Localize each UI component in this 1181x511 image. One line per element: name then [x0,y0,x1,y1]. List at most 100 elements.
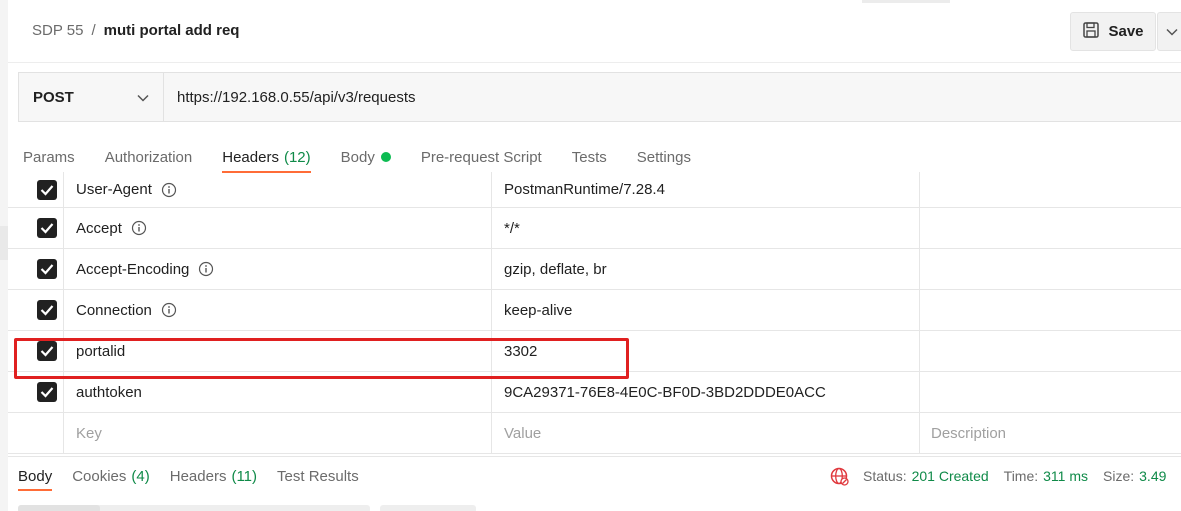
header-key: authtoken [76,383,142,401]
tab-label: Authorization [104,148,193,166]
header-enabled-checkbox[interactable] [37,259,57,279]
header-value-cell[interactable]: 9CA29371-76E8-4E0C-BF0D-3BD2DDDE0ACC [492,372,920,412]
tab-label: Settings [636,148,691,166]
header-key-cell[interactable]: Accept [64,208,492,248]
response-tab-body[interactable]: Body [18,462,53,491]
info-icon[interactable] [131,220,147,236]
save-options-button[interactable] [1157,12,1181,51]
header-value-cell[interactable]: */* [492,208,920,248]
checkbox-cell [8,372,64,412]
new-header-row: Key Value Description [8,413,1181,454]
tab-tests[interactable]: Tests [572,142,607,172]
header-key: Connection [76,301,152,319]
tab-label: Params [23,148,75,166]
header-key-cell[interactable]: Connection [64,290,492,330]
header-value: */* [504,219,520,237]
url-input[interactable]: https://192.168.0.55/api/v3/requests [163,72,1181,122]
header-value: gzip, deflate, br [504,260,607,278]
response-format-pretty[interactable] [18,505,100,511]
tab-pre-request-script[interactable]: Pre-request Script [421,142,542,172]
breadcrumb-collection[interactable]: SDP 55 [32,22,83,39]
tab-label: Pre-request Script [420,148,542,166]
header-key: Accept-Encoding [76,260,190,278]
tab-params[interactable]: Params [23,142,75,172]
time-label: Time: [1003,468,1039,484]
header-description-cell[interactable] [920,172,1181,207]
checkbox-cell [8,208,64,248]
header-key-cell[interactable]: Accept-Encoding [64,249,492,289]
tab-label: Cookies [72,467,127,485]
checkbox-cell [8,172,64,207]
tab-count: (12) [283,148,311,166]
request-name[interactable]: muti portal add req [104,22,240,39]
header-description-cell[interactable] [920,208,1181,248]
table-row: authtoken 9CA29371-76E8-4E0C-BF0D-3BD2DD… [8,372,1181,413]
header-description-cell[interactable] [920,331,1181,371]
size-label: Size: [1103,468,1135,484]
description-placeholder: Description [931,424,1007,442]
header-key-cell[interactable]: User-Agent [64,172,492,207]
save-label: Save [1108,23,1144,40]
response-tab-cookies[interactable]: Cookies (4) [72,462,150,490]
header-key-cell[interactable]: authtoken [64,372,492,412]
checkbox-cell [8,413,64,453]
header-value-cell[interactable]: keep-alive [492,290,920,330]
breadcrumb: SDP 55 / muti portal add req [32,22,239,39]
header-description-cell[interactable] [920,249,1181,289]
tab-count: (11) [231,467,258,485]
time-value[interactable]: 311 ms [1043,468,1088,484]
tab-label: Headers [222,148,279,166]
header-value-cell[interactable]: PostmanRuntime/7.28.4 [492,172,920,207]
response-tab-headers[interactable]: Headers (11) [170,462,257,490]
header-key: portalid [76,342,126,360]
header-value: keep-alive [504,301,573,319]
tab-settings[interactable]: Settings [637,142,691,172]
checkbox-cell [8,331,64,371]
checkbox-cell [8,290,64,330]
header-enabled-checkbox[interactable] [37,341,57,361]
method-select[interactable]: POST [18,72,163,122]
breadcrumb-separator: / [91,22,96,39]
save-icon [1082,21,1100,43]
header-value-cell[interactable]: gzip, deflate, br [492,249,920,289]
header-enabled-checkbox[interactable] [37,179,57,200]
status-dot-icon [380,152,391,162]
header-key-cell[interactable]: portalid [64,331,492,371]
chevron-down-icon [137,89,149,106]
tab-label: Test Results [277,467,359,485]
url-text: https://192.168.0.55/api/v3/requests [177,88,416,106]
header-description-cell[interactable] [920,290,1181,330]
status-value[interactable]: 201 Created [912,468,989,484]
new-key-input[interactable]: Key [64,413,492,453]
tab-headers[interactable]: Headers (12) [222,142,312,173]
tab-strip-edge [862,0,950,3]
table-row: portalid 3302 [8,331,1181,372]
tab-count: (4) [131,467,150,485]
response-format-select[interactable] [380,505,476,511]
info-icon[interactable] [161,182,177,198]
new-value-input[interactable]: Value [492,413,920,453]
new-description-input[interactable]: Description [920,413,1181,453]
chevron-down-icon [1166,23,1178,41]
globe-icon[interactable] [829,466,849,486]
header-enabled-checkbox[interactable] [37,218,57,238]
table-row: User-Agent PostmanRuntime/7.28.4 [8,172,1181,208]
save-button[interactable]: Save [1070,12,1156,51]
response-tab-test-results[interactable]: Test Results [277,462,359,490]
header-value-cell[interactable]: 3302 [492,331,920,371]
header-enabled-checkbox[interactable] [37,382,57,402]
tab-body[interactable]: Body [341,142,391,172]
table-row: Connection keep-alive [8,290,1181,331]
header-description-cell[interactable] [920,372,1181,412]
table-row: Accept-Encoding gzip, deflate, br [8,249,1181,290]
value-placeholder: Value [504,424,542,442]
sidebar-resize-handle[interactable] [0,226,8,260]
tab-authorization[interactable]: Authorization [105,142,193,172]
info-icon[interactable] [198,261,214,277]
status-label: Status: [863,468,907,484]
key-placeholder: Key [76,424,102,442]
info-icon[interactable] [161,302,177,318]
header-enabled-checkbox[interactable] [37,300,57,320]
size-value[interactable]: 3.49 [1139,468,1166,484]
header-key: User-Agent [76,181,152,198]
